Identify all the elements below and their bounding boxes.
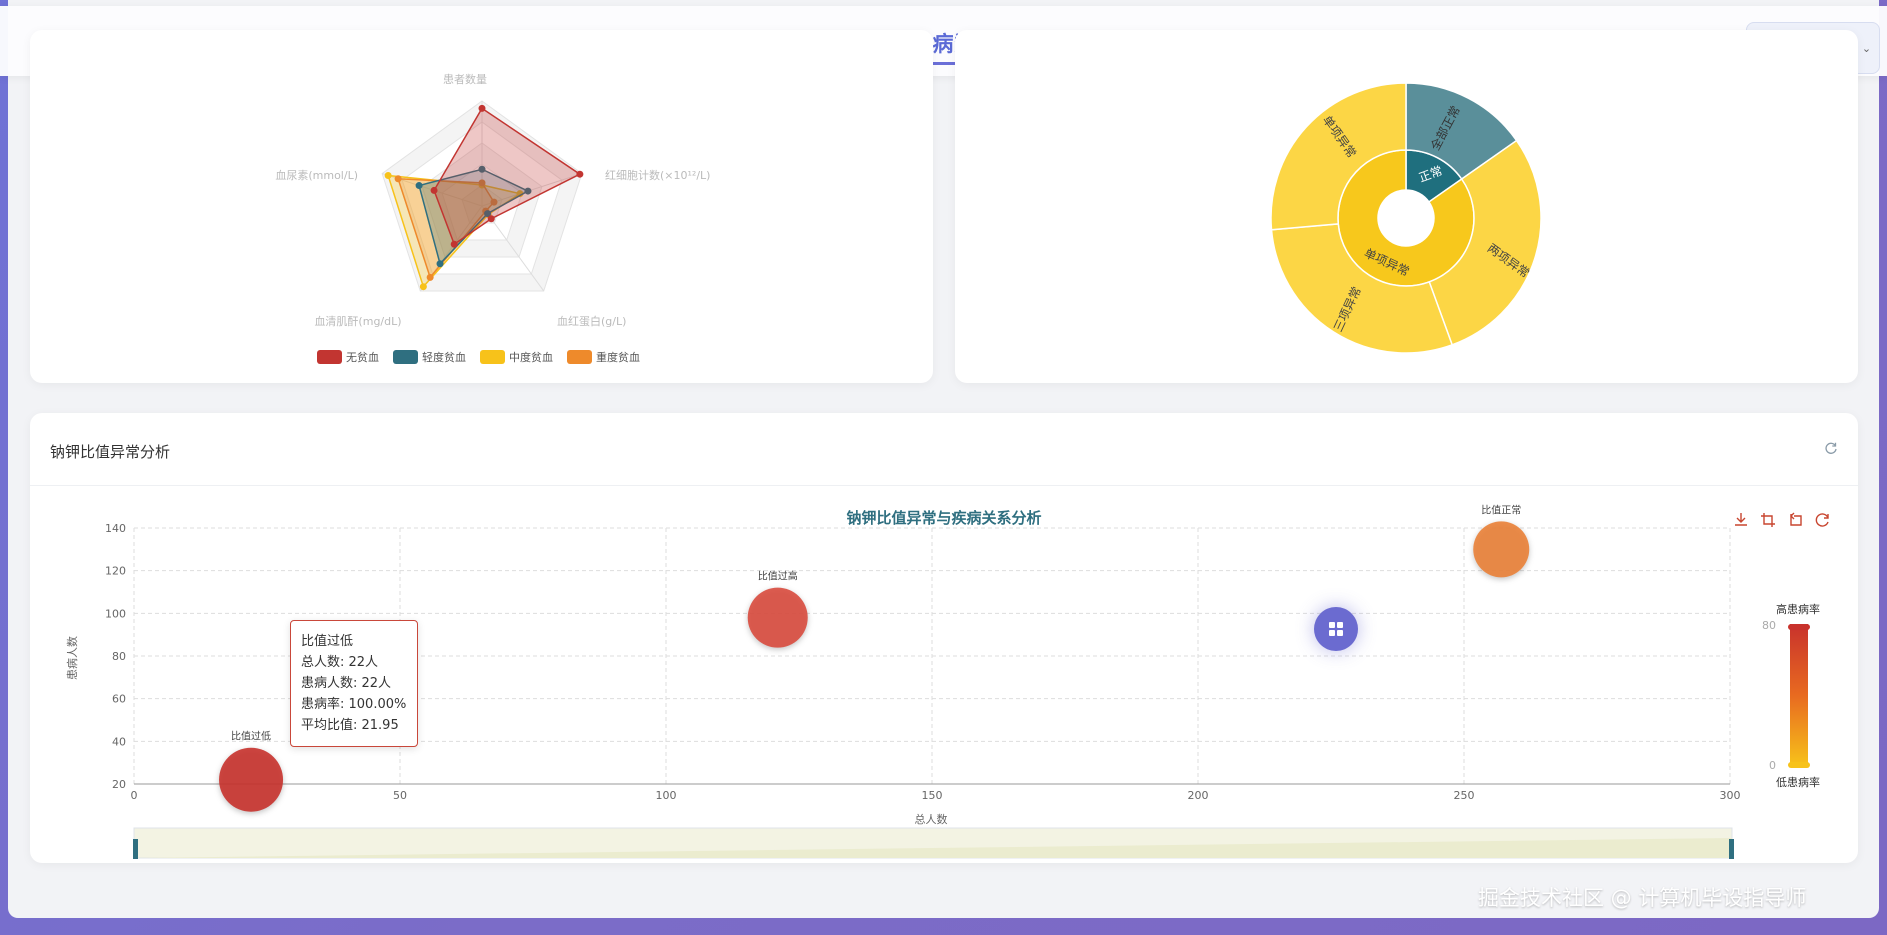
- radar-point: [436, 260, 444, 268]
- legend-label-1[interactable]: 轻度贫血: [422, 350, 466, 364]
- tooltip-title: 比值过低: [301, 634, 354, 649]
- card-title: 钠钾比值异常分析: [50, 443, 171, 461]
- restore-icon[interactable]: [1813, 511, 1831, 529]
- radar-indicator-3: 血清肌酐(mg/dL): [314, 314, 401, 328]
- tooltip-sick: 患病人数: 22人: [301, 676, 392, 691]
- legend-label-0[interactable]: 无贫血: [346, 350, 379, 364]
- radar-indicator-2: 血红蛋白(g/L): [557, 314, 626, 328]
- radar-point: [487, 215, 495, 223]
- legend-swatch-0[interactable]: [317, 350, 342, 364]
- radar-point: [384, 172, 392, 180]
- tooltip-total: 总人数: 22人: [301, 655, 379, 670]
- radar-point: [419, 283, 427, 291]
- radar-point: [450, 240, 458, 248]
- zoom-reset-icon[interactable]: [1786, 511, 1804, 529]
- legend-swatch-2[interactable]: [480, 350, 505, 364]
- radar-indicator-4: 血尿素(mmol/L): [275, 168, 358, 182]
- radar-legend[interactable]: 无贫血 轻度贫血 中度贫血 重度贫血: [317, 350, 640, 364]
- refresh-icon[interactable]: [1824, 441, 1838, 455]
- legend-label-2[interactable]: 中度贫血: [509, 350, 553, 364]
- radar-point: [430, 186, 438, 194]
- radar-indicator-0: 患者数量: [443, 73, 487, 86]
- grid-icon: [1329, 622, 1343, 636]
- sunburst-card: 正常 单项异常 全部正常 两项异常 三项异常 单项异常: [955, 30, 1858, 383]
- tooltip-avg: 平均比值: 21.95: [301, 718, 399, 733]
- chart-tooltip: 比值过低 总人数: 22人 患病人数: 22人 患病率: 100.00% 平均比…: [290, 620, 418, 747]
- radar-point: [394, 175, 402, 183]
- legend-swatch-3[interactable]: [567, 350, 592, 364]
- card-header: 钠钾比值异常分析: [30, 413, 1858, 486]
- download-icon[interactable]: [1732, 511, 1750, 529]
- legend-swatch-1[interactable]: [393, 350, 418, 364]
- sunburst-chart: 正常 单项异常 全部正常 两项异常 三项异常 单项异常: [1270, 82, 1542, 354]
- radar-point: [478, 104, 486, 112]
- radar-point: [576, 170, 584, 178]
- chart-toolbox: [1732, 511, 1831, 529]
- radar-point: [415, 182, 423, 190]
- chevron-down-icon: ⌄: [1861, 41, 1872, 55]
- zoom-select-icon[interactable]: [1759, 511, 1777, 529]
- radar-chart: 患者数量 红细胞计数(×10¹²/L) 血红蛋白(g/L) 血清肌酐(mg/dL…: [275, 73, 710, 364]
- radar-point: [426, 273, 434, 281]
- radar-indicator-1: 红细胞计数(×10¹²/L): [605, 169, 710, 182]
- tooltip-rate: 患病率: 100.00%: [301, 697, 407, 712]
- floating-menu-button[interactable]: [1314, 607, 1358, 651]
- sunburst-center: [1378, 190, 1434, 246]
- radar-card: 患者数量 红细胞计数(×10¹²/L) 血红蛋白(g/L) 血清肌酐(mg/dL…: [30, 30, 933, 383]
- watermark: 掘金技术社区 @ 计算机毕设指导师: [1478, 886, 1807, 910]
- legend-label-3[interactable]: 重度贫血: [596, 350, 640, 364]
